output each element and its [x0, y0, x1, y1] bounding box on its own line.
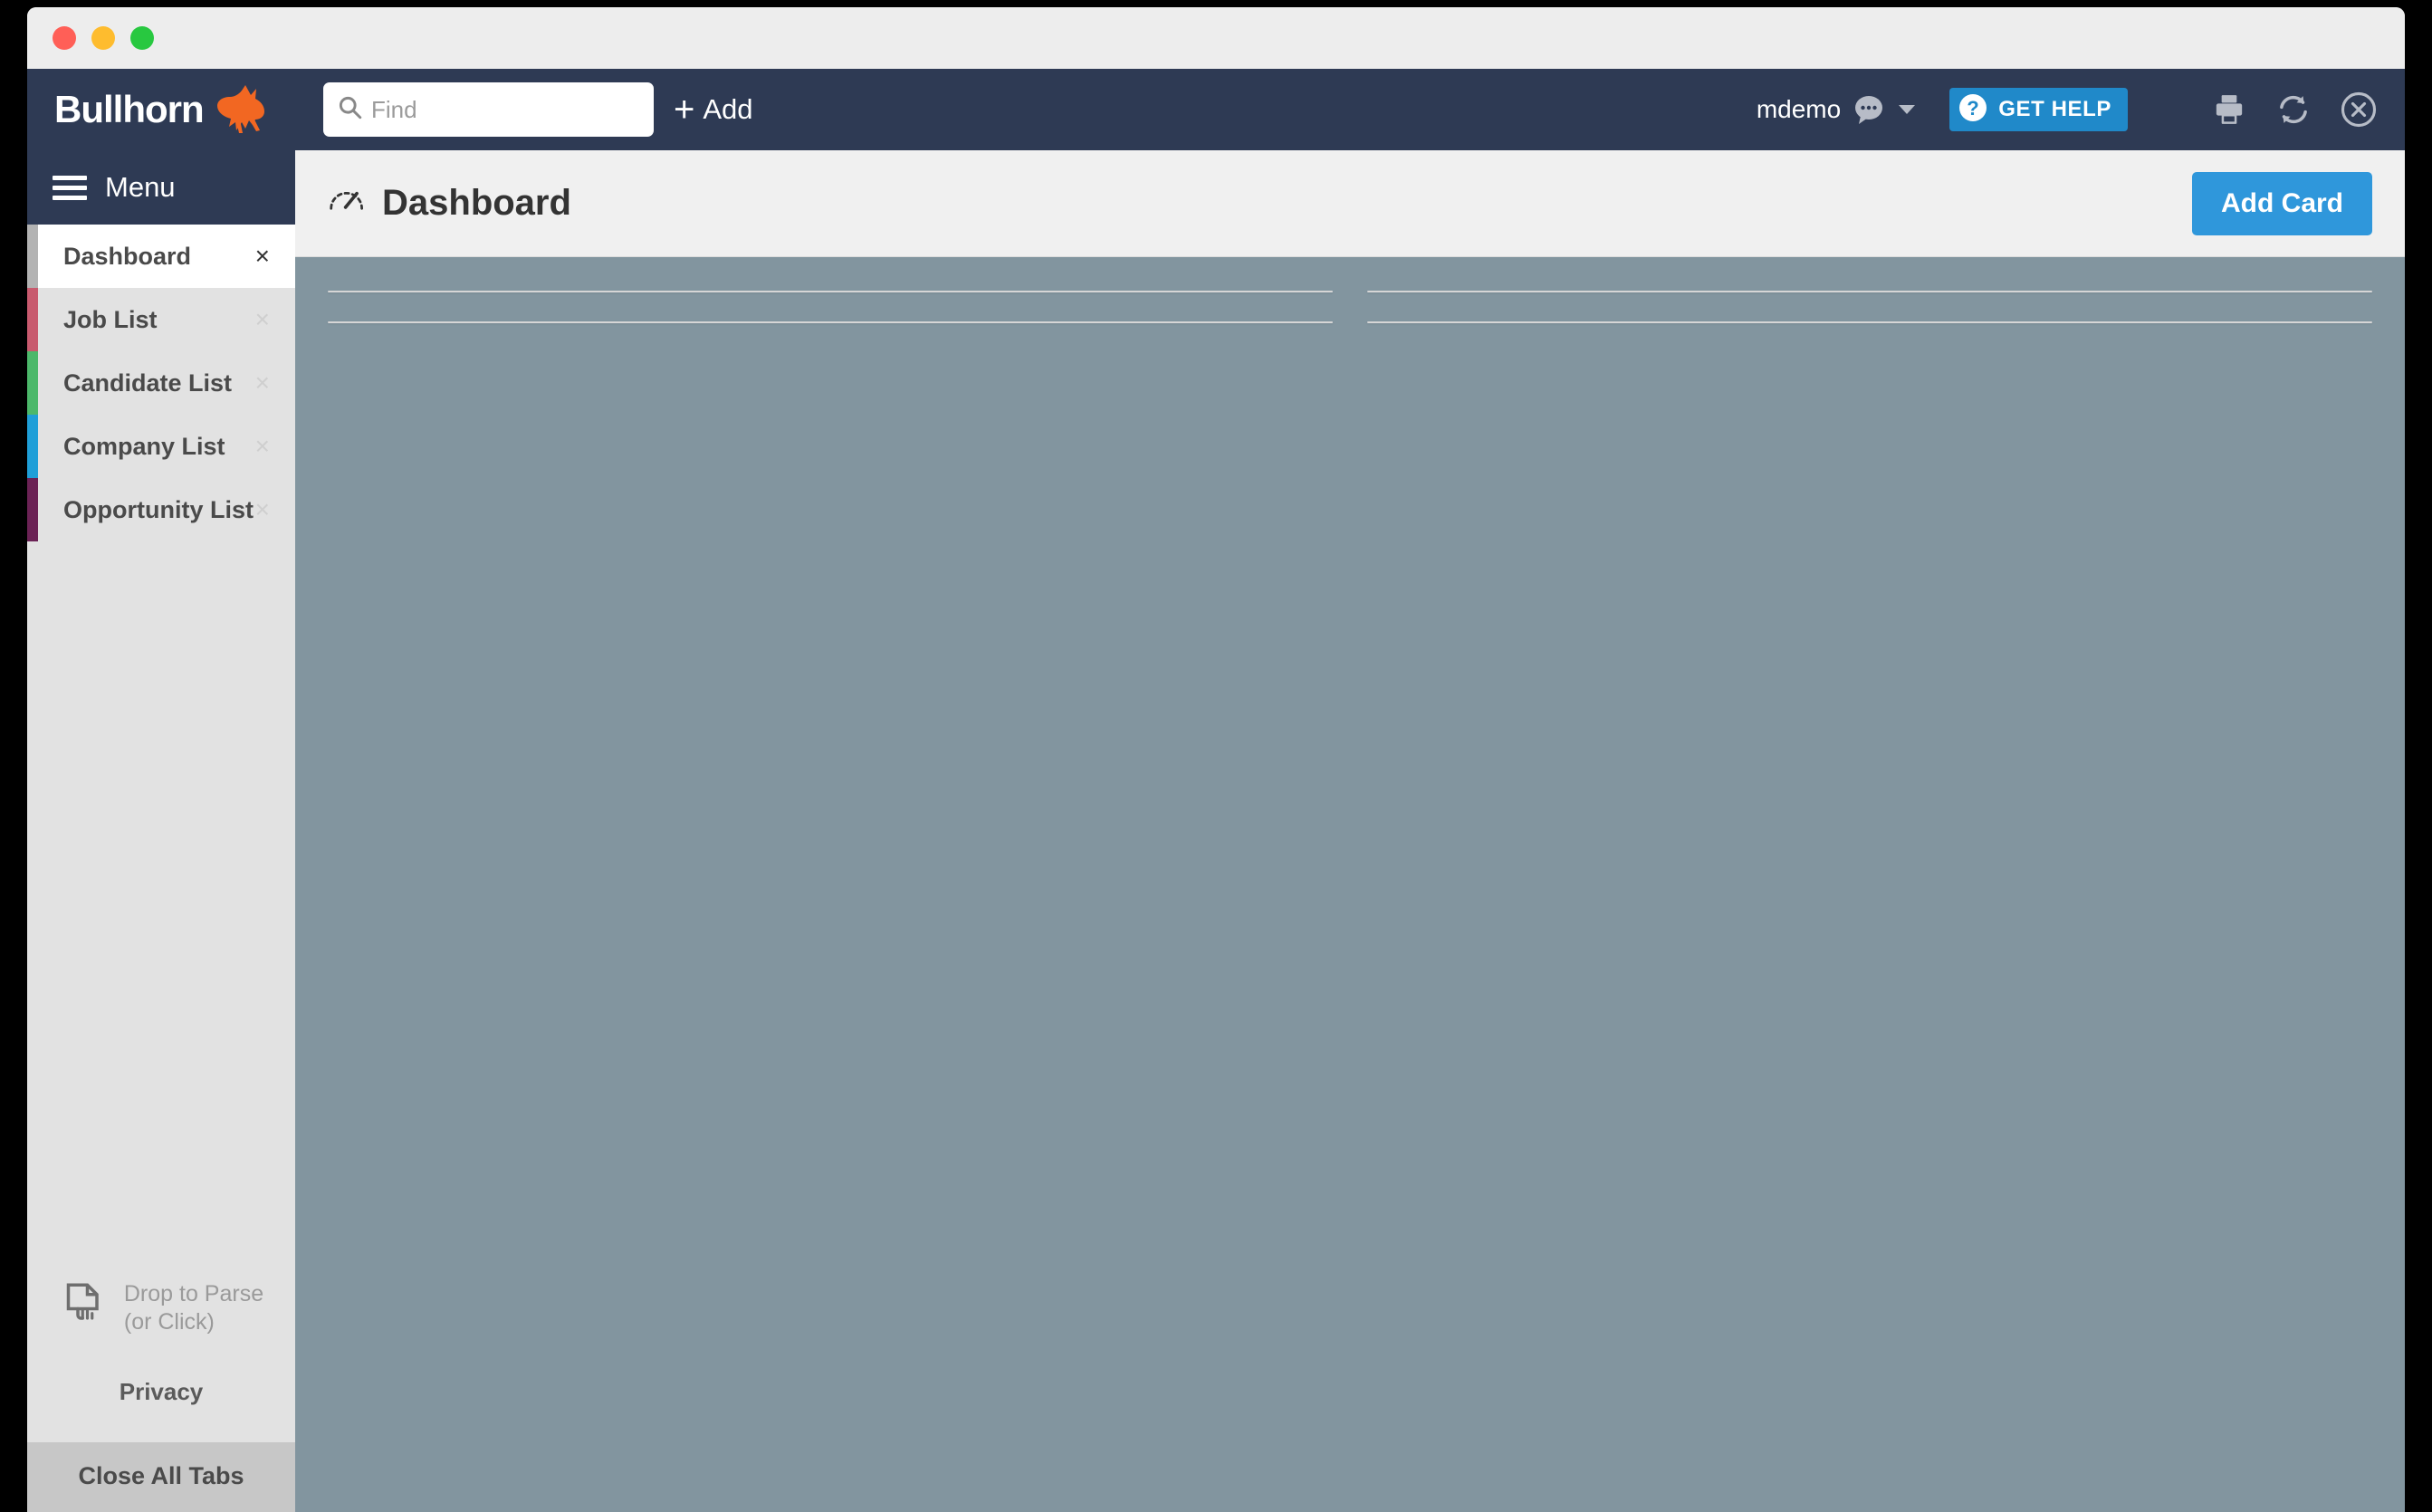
sidebar-item-company-list[interactable]: Company List ×	[27, 415, 295, 478]
card-response-times: Response Times	[328, 321, 1333, 323]
window-titlebar	[27, 7, 2405, 69]
tab-close-icon[interactable]: ×	[255, 370, 270, 396]
get-help-label: GET HELP	[1998, 97, 2111, 122]
brand-name: Bullhorn	[54, 88, 204, 131]
sidebar-item-candidate-list[interactable]: Candidate List ×	[27, 351, 295, 415]
tab-color-swatch	[27, 288, 38, 351]
close-circle-icon[interactable]	[2340, 91, 2378, 129]
sidebar-item-label: Job List	[63, 306, 158, 334]
drop-to-parse-label: Drop to Parse (or Click)	[124, 1280, 263, 1337]
sidebar-item-dashboard[interactable]: Dashboard ×	[27, 225, 295, 288]
tab-close-icon[interactable]: ×	[255, 497, 270, 522]
top-navigation-bar: Bullhorn + Add mdemo	[27, 69, 2405, 150]
gauge-icon	[328, 185, 366, 222]
question-mark-icon: ?	[1957, 91, 1989, 129]
search-input[interactable]	[371, 96, 639, 124]
sidebar-item-label: Dashboard	[63, 243, 191, 271]
sidebar-item-job-list[interactable]: Job List ×	[27, 288, 295, 351]
sidebar: Menu Dashboard × Job List × Candidate Li…	[27, 150, 295, 1512]
tab-close-icon[interactable]: ×	[255, 244, 270, 269]
user-name: mdemo	[1757, 95, 1841, 124]
tab-color-swatch	[27, 478, 38, 541]
bull-icon	[213, 83, 269, 136]
close-all-tabs-button[interactable]: Close All Tabs	[27, 1442, 295, 1512]
speech-bubble-icon	[1852, 94, 1886, 125]
sidebar-item-label: Candidate List	[63, 369, 232, 397]
add-card-button[interactable]: Add Card	[2192, 172, 2372, 235]
card-title: Jobs without Coverage	[1417, 322, 1767, 323]
chevron-down-icon	[1899, 105, 1915, 114]
window-close-button[interactable]	[53, 26, 76, 50]
window-minimize-button[interactable]	[91, 26, 115, 50]
dashboard-canvas: Success Rates	[295, 257, 2405, 1512]
bullhorn-logo[interactable]: Bullhorn	[27, 83, 295, 136]
card-jobs-without-coverage: Jobs without Coverage	[1367, 321, 2372, 323]
tab-color-swatch	[27, 351, 38, 415]
add-button[interactable]: + Add	[674, 91, 753, 128]
document-drag-icon	[59, 1280, 110, 1335]
get-help-button[interactable]: ? GET HELP	[1949, 88, 2128, 131]
menu-toggle[interactable]: Menu	[27, 150, 295, 225]
card-title: Response Times	[378, 322, 634, 323]
add-button-label: Add	[703, 93, 752, 126]
sidebar-item-opportunity-list[interactable]: Opportunity List ×	[27, 478, 295, 541]
main-content: Dashboard Add Card Success Rates	[295, 150, 2405, 1512]
privacy-link[interactable]: Privacy	[27, 1336, 295, 1442]
browser-window: Bullhorn + Add mdemo	[27, 7, 2405, 1512]
sidebar-spacer	[27, 541, 295, 1258]
window-maximize-button[interactable]	[130, 26, 154, 50]
refresh-icon[interactable]	[2274, 91, 2312, 129]
svg-text:?: ?	[1967, 97, 1978, 120]
menu-label: Menu	[105, 171, 176, 204]
sidebar-item-label: Opportunity List	[63, 496, 254, 524]
app-body: Menu Dashboard × Job List × Candidate Li…	[27, 150, 2405, 1512]
drop-to-parse-area[interactable]: Drop to Parse (or Click)	[27, 1258, 295, 1337]
print-icon[interactable]	[2211, 91, 2247, 128]
card-success-rates: Success Rates	[328, 291, 1333, 292]
tab-color-swatch	[27, 225, 38, 288]
hamburger-icon	[53, 176, 87, 200]
search-box[interactable]	[323, 82, 654, 137]
tab-color-swatch	[27, 415, 38, 478]
card-header: Response Times	[329, 322, 1332, 323]
plus-icon: +	[674, 91, 694, 128]
page-title-wrap: Dashboard	[328, 183, 571, 224]
card-header: Jobs without Coverage	[1368, 322, 2371, 323]
sidebar-item-label: Company List	[63, 433, 225, 461]
user-menu[interactable]: mdemo	[1757, 94, 1915, 125]
tab-close-icon[interactable]: ×	[255, 307, 270, 332]
top-nav-right-group: mdemo ?	[1757, 88, 2405, 131]
page-title: Dashboard	[382, 183, 571, 224]
page-header: Dashboard Add Card	[295, 150, 2405, 257]
search-icon	[338, 95, 362, 124]
tab-close-icon[interactable]: ×	[255, 434, 270, 459]
card-my-activity: My Activity	[1367, 291, 2372, 292]
